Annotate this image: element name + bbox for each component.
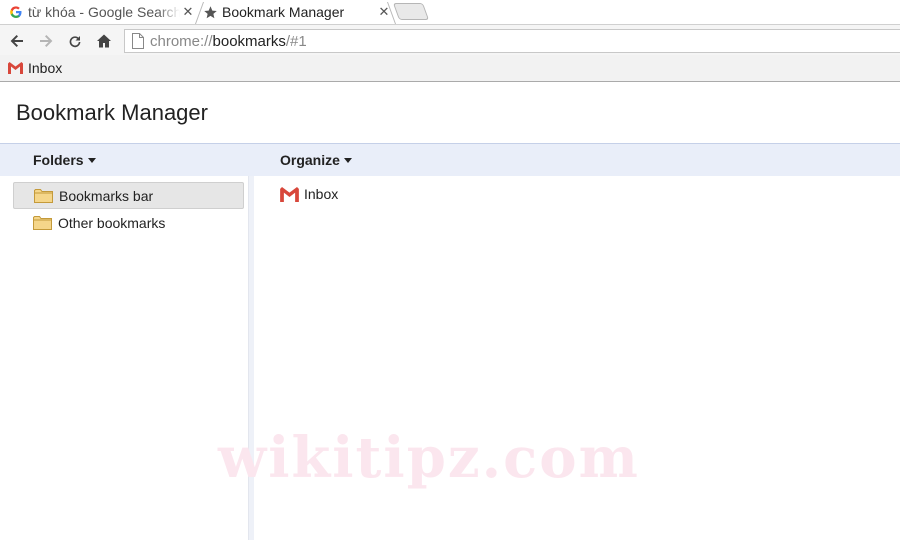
reload-button[interactable]	[65, 31, 85, 51]
bookmark-inbox[interactable]: Inbox	[8, 60, 62, 76]
tab-title: từ khóa - Google Search	[28, 4, 180, 20]
tab-google-search[interactable]: từ khóa - Google Search ✕	[8, 0, 196, 24]
home-icon	[97, 34, 111, 48]
organize-menu-button[interactable]: Organize	[280, 152, 352, 168]
tree-item-bookmarks-bar[interactable]: Bookmarks bar	[13, 182, 244, 209]
toolbar: chrome://bookmarks/#1	[0, 24, 900, 55]
gmail-icon	[8, 62, 23, 74]
url-path: /#1	[285, 32, 307, 50]
bookmarks-bar: Inbox	[0, 55, 900, 82]
watermark: wikitipz.com	[218, 425, 640, 491]
google-g-icon	[8, 4, 24, 20]
tree-item-label: Bookmarks bar	[59, 187, 154, 204]
tab-strip: từ khóa - Google Search ✕ Bookmark Manag…	[0, 0, 900, 24]
dropdown-caret-icon	[87, 157, 96, 163]
address-bar[interactable]: chrome://bookmarks/#1	[124, 29, 900, 53]
url-host: bookmarks	[212, 32, 286, 50]
list-item-label: Inbox	[304, 186, 339, 202]
list-item-inbox[interactable]: Inbox	[280, 186, 338, 202]
bookmark-label: Inbox	[28, 60, 63, 76]
forward-button[interactable]	[36, 31, 56, 51]
tab-bookmark-manager[interactable]: Bookmark Manager ✕	[202, 0, 392, 24]
home-button[interactable]	[94, 31, 114, 51]
tab-title: Bookmark Manager	[222, 4, 345, 20]
new-tab-button[interactable]	[392, 3, 430, 20]
back-button[interactable]	[7, 31, 27, 51]
reload-icon	[69, 36, 81, 48]
tree-item-other-bookmarks[interactable]: Other bookmarks	[13, 209, 244, 236]
url-scheme: chrome://	[150, 32, 213, 50]
forward-arrow-icon	[40, 35, 53, 47]
folders-menu-button[interactable]: Folders	[33, 152, 96, 168]
organize-label: Organize	[280, 152, 340, 168]
back-arrow-icon	[10, 35, 23, 47]
tree-item-label: Other bookmarks	[58, 214, 166, 231]
gmail-icon	[280, 186, 299, 202]
folder-icon	[34, 188, 53, 203]
folders-label: Folders	[33, 152, 84, 168]
manager-header: Folders Organize	[0, 143, 900, 176]
page-title: Bookmark Manager	[16, 100, 208, 125]
dropdown-caret-icon	[343, 157, 352, 163]
folder-tree: Bookmarks bar Other bookmarks	[0, 176, 248, 540]
close-icon[interactable]: ✕	[180, 4, 196, 20]
page-icon	[131, 33, 145, 49]
folder-icon	[33, 215, 52, 230]
star-icon	[202, 4, 218, 20]
